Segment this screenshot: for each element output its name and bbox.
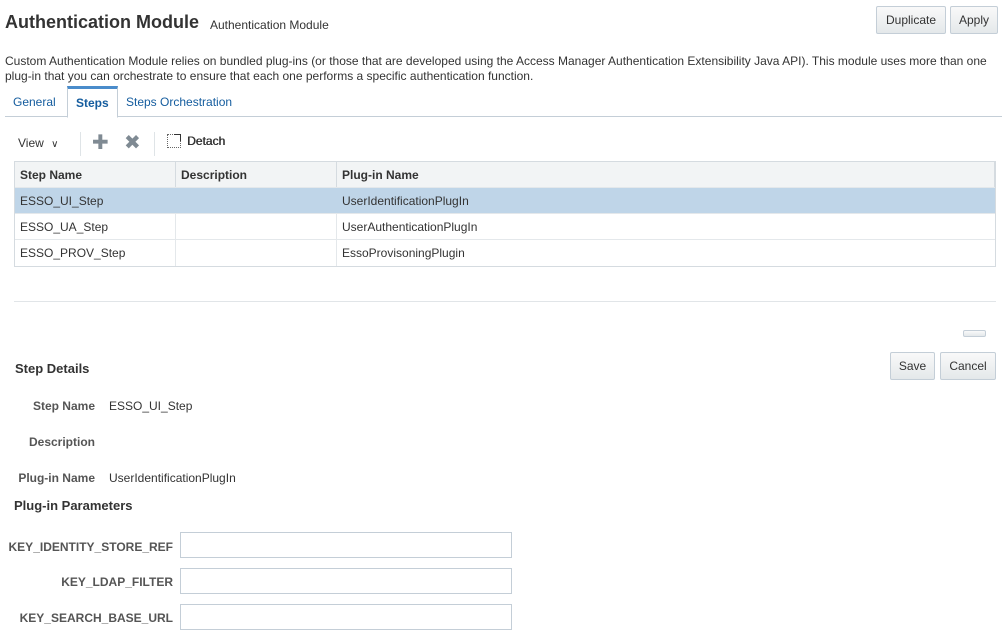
section-divider [14,301,996,302]
param-label-identity-store-ref: KEY_IDENTITY_STORE_REF [8,540,173,554]
description-cell [176,188,337,213]
view-menu-label: View [18,136,44,150]
param-input-identity-store-ref[interactable] [180,532,512,558]
column-header-step-name[interactable]: Step Name [15,162,176,187]
add-icon[interactable]: ✚ [92,133,109,153]
toolbar-separator [154,132,155,156]
collapse-handle[interactable] [963,330,986,337]
step-name-cell: ESSO_PROV_Step [15,240,176,266]
description-cell [176,240,337,266]
detach-button[interactable]: Detach [167,134,225,148]
tab-general[interactable]: General [5,86,64,117]
param-input-ldap-filter[interactable] [180,568,512,594]
plugin-parameters-title: Plug-in Parameters [14,498,133,513]
table-row[interactable]: ESSO_UI_Step UserIdentificationPlugIn [15,188,995,214]
step-name-label: Step Name [32,399,95,413]
column-header-plugin-name[interactable]: Plug-in Name [337,162,995,187]
cancel-button[interactable]: Cancel [940,352,996,380]
param-label-ldap-filter: KEY_LDAP_FILTER [61,575,173,589]
description-label: Description [28,435,95,449]
step-details-title: Step Details [15,361,90,376]
module-description: Custom Authentication Module relies on b… [5,54,987,83]
page-subtitle: Authentication Module [210,18,329,32]
plugin-name-cell: UserIdentificationPlugIn [342,193,469,208]
table-row[interactable]: ESSO_PROV_Step EssoProvisoningPlugin [15,240,995,266]
chevron-down-icon: ∨ [51,139,59,150]
step-name-cell: ESSO_UI_Step [15,188,176,213]
tab-bar: General Steps Steps Orchestration [5,86,1002,118]
plugin-name-value: UserIdentificationPlugIn [109,471,236,485]
duplicate-button[interactable]: Duplicate [876,6,946,34]
table-row[interactable]: ESSO_UA_Step UserAuthenticationPlugIn [15,214,995,240]
save-button[interactable]: Save [890,352,935,380]
plugin-name-label: Plug-in Name [18,471,95,485]
step-name-value: ESSO_UI_Step [109,399,193,413]
tab-steps-orchestration[interactable]: Steps Orchestration [118,86,240,117]
delete-icon[interactable]: ✖ [124,133,141,153]
tab-steps[interactable]: Steps [67,86,118,118]
steps-table: Step Name Description Plug-in Name ESSO_… [14,161,996,267]
plugin-name-cell: EssoProvisoningPlugin [342,246,465,260]
step-name-cell: ESSO_UA_Step [15,214,176,239]
description-cell [176,214,337,239]
apply-button[interactable]: Apply [950,6,998,34]
detach-icon [167,134,181,148]
table-toolbar: View ∨ ✚ ✖ Detach [14,128,996,160]
column-header-description[interactable]: Description [176,162,337,187]
page-title: Authentication Module [5,12,199,32]
param-label-search-base-url: KEY_SEARCH_BASE_URL [19,611,173,625]
plugin-name-cell: UserAuthenticationPlugIn [342,219,478,234]
view-menu[interactable]: View ∨ [18,136,58,150]
detach-label: Detach [187,134,226,148]
param-input-search-base-url[interactable] [180,604,512,630]
toolbar-separator [80,132,81,156]
table-header-row: Step Name Description Plug-in Name [15,162,995,188]
